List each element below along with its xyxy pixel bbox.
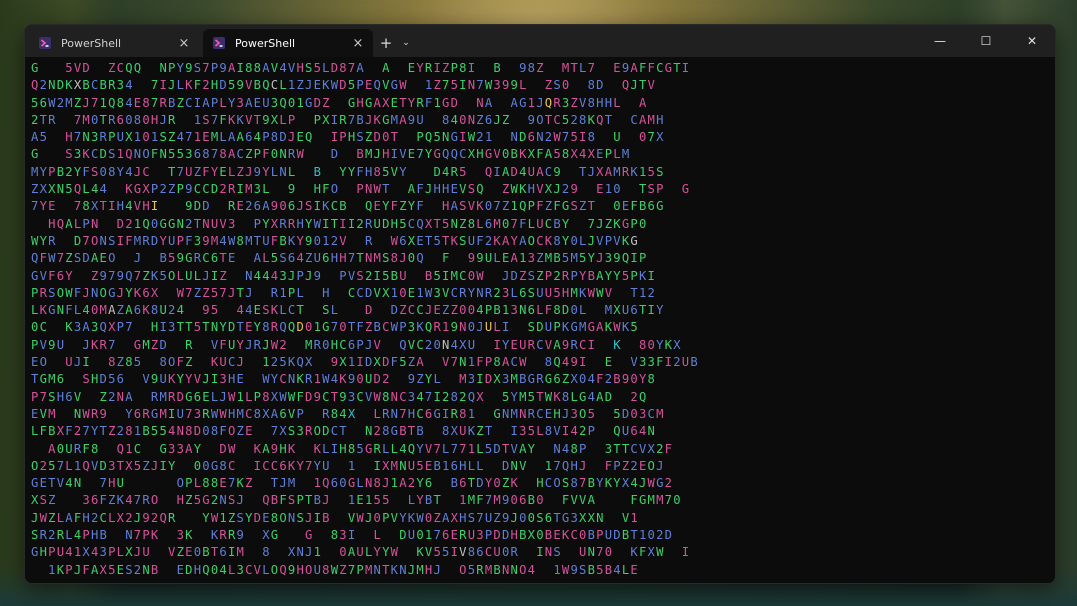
close-window-button[interactable]: ✕ — [1009, 25, 1055, 57]
terminal-line: TGM6 SHD56 V9UKYYVJI3HE WYCNKR1W4K90UD2 … — [31, 372, 657, 387]
terminal-line: ZXXN5QL44 KGXP2ZP9CCD2RIM3L 9 HFO PNWT A… — [31, 182, 691, 197]
terminal-pane[interactable]: G 5VD ZCQQ NPY9S7P9AI88AV4VHS5LD87A A EY… — [25, 57, 1055, 583]
terminal-line: EVM NWR9 Y6RGMIU73RWWHMC8XA6VP R84X LRN7… — [31, 406, 665, 421]
window-controls: — ☐ ✕ — [917, 25, 1055, 57]
terminal-line: HQALPN D21Q0GGN2TNUV3 PYXRRHYWITII2RUDH5… — [48, 216, 648, 231]
terminal-line: G S3KCDS1QNOFN5536878ACZPF0NRW D BMJHIVE… — [31, 147, 631, 162]
terminal-line: A5 H7N3RPUX101SZ471EMLAA64P8DJEQ IPHSZD0… — [31, 130, 665, 145]
tab-label: PowerShell — [61, 36, 122, 50]
minimize-button[interactable]: — — [917, 25, 963, 57]
tab-dropdown-chevron-icon[interactable]: ⌄ — [397, 29, 415, 57]
terminal-line: SR2RL4PHB N7PK 3K KRR9 XG G 83I L DU0176… — [31, 528, 674, 543]
terminal-line: MYPB2YFS08Y4JC T7UZFYELZJ9YLNL B YYFH85V… — [31, 164, 665, 179]
terminal-line: 2TR 7M0TR6080HJR 1S7FKKVT9XLP PXIR7BJKGM… — [31, 112, 665, 127]
terminal-window: PowerShell × PowerShell × + ⌄ — ☐ ✕ G 5V… — [24, 24, 1056, 584]
powershell-icon — [213, 37, 225, 49]
tab-powershell-1[interactable]: PowerShell × — [29, 29, 199, 57]
close-tab-icon[interactable]: × — [177, 36, 191, 51]
terminal-line: 1KPJFAX5ES2NB EDHQ04L3CVLOQ9HOU8WZ7PMNTK… — [48, 562, 639, 577]
terminal-line: LKGNFL40MAZA6K8U24 95 44ESKLCT SL D DZCC… — [31, 303, 665, 318]
terminal-line: EO UJI 8Z85 8OFZ KUCJ 125KQX 9X1IDXDF5ZA… — [31, 355, 699, 370]
terminal-line: P7SH6V Z2NA RMRDG6ELJW1LP8XWWFD9CT93CVW8… — [31, 389, 648, 404]
terminal-line: GHPU41X43PLXJU VZE0BT6IM 8 XNJ1 0AULYYW … — [31, 545, 691, 560]
terminal-line: WYR D7ONSIFMRDYUPF39M4W8MTUFBKY9012V R W… — [31, 233, 639, 248]
tab-label: PowerShell — [235, 36, 296, 50]
terminal-line: 56W2MZJ71Q84E87RBZCIAPLY3AEU3Q01GDZ GHGA… — [31, 95, 648, 110]
terminal-line: 7YE 78XTIH4VHI 9DD RE26A906JSIKCB QEYFZY… — [31, 199, 665, 214]
terminal-line: LFBXF27YTZ281B554N8D08FOZE 7XS3RODCT N28… — [31, 424, 657, 439]
maximize-button[interactable]: ☐ — [963, 25, 1009, 57]
terminal-line: GETV4N 7HU OPL88E7KZ TJM 1Q60GLN8J1A2Y6 … — [31, 476, 674, 491]
tab-powershell-2[interactable]: PowerShell × — [203, 29, 373, 57]
terminal-line: 0C K3A3QXP7 HI3TT5TNYDTEY8RQQD01G70TFZBC… — [31, 320, 639, 335]
terminal-line: XSZ 36FZK47RO HZ5G2NSJ QBFSPTBJ 1E155 LY… — [31, 493, 682, 508]
terminal-line: Q2NDKXBCBR34 7IJLKF2HD59VBQCL1ZJEKWD5PEQ… — [31, 78, 657, 93]
terminal-line: O257L1QVD3TX5ZJIY 00G8C ICC6KY7YU 1 IXMN… — [31, 458, 665, 473]
close-tab-icon[interactable]: × — [351, 36, 365, 51]
terminal-line: QFW7ZSDAEO J B59GRC6TE AL5S64ZU6HH7TNMS8… — [31, 251, 648, 266]
terminal-line: GVF6Y Z979Q7ZK5OLULJIZ N4443JPJ9 PVS2I5B… — [31, 268, 657, 283]
terminal-line: PV9U JKR7 GMZD R VFUYJRJW2 MR0HC6PJV QVC… — [31, 337, 682, 352]
new-tab-button[interactable]: + — [375, 29, 397, 57]
terminal-line: A0URF8 Q1C G33AY DW KA9HK KLIH85GRLL4QYV… — [48, 441, 674, 456]
terminal-line: JWZLAFH2CLX2J92QR YW1ZSYDE8ONSJIB VWJ0PV… — [31, 510, 639, 525]
terminal-output: G 5VD ZCQQ NPY9S7P9AI88AV4VHS5LD87A A EY… — [31, 60, 1041, 579]
terminal-line: PRSOWFJNOGJYK6X W7ZZ57JTJ R1PL H CCDVX10… — [31, 285, 657, 300]
title-bar[interactable]: PowerShell × PowerShell × + ⌄ — ☐ ✕ — [25, 25, 1055, 57]
powershell-icon — [39, 37, 51, 49]
terminal-line: G 5VD ZCQQ NPY9S7P9AI88AV4VHS5LD87A A EY… — [31, 61, 691, 75]
